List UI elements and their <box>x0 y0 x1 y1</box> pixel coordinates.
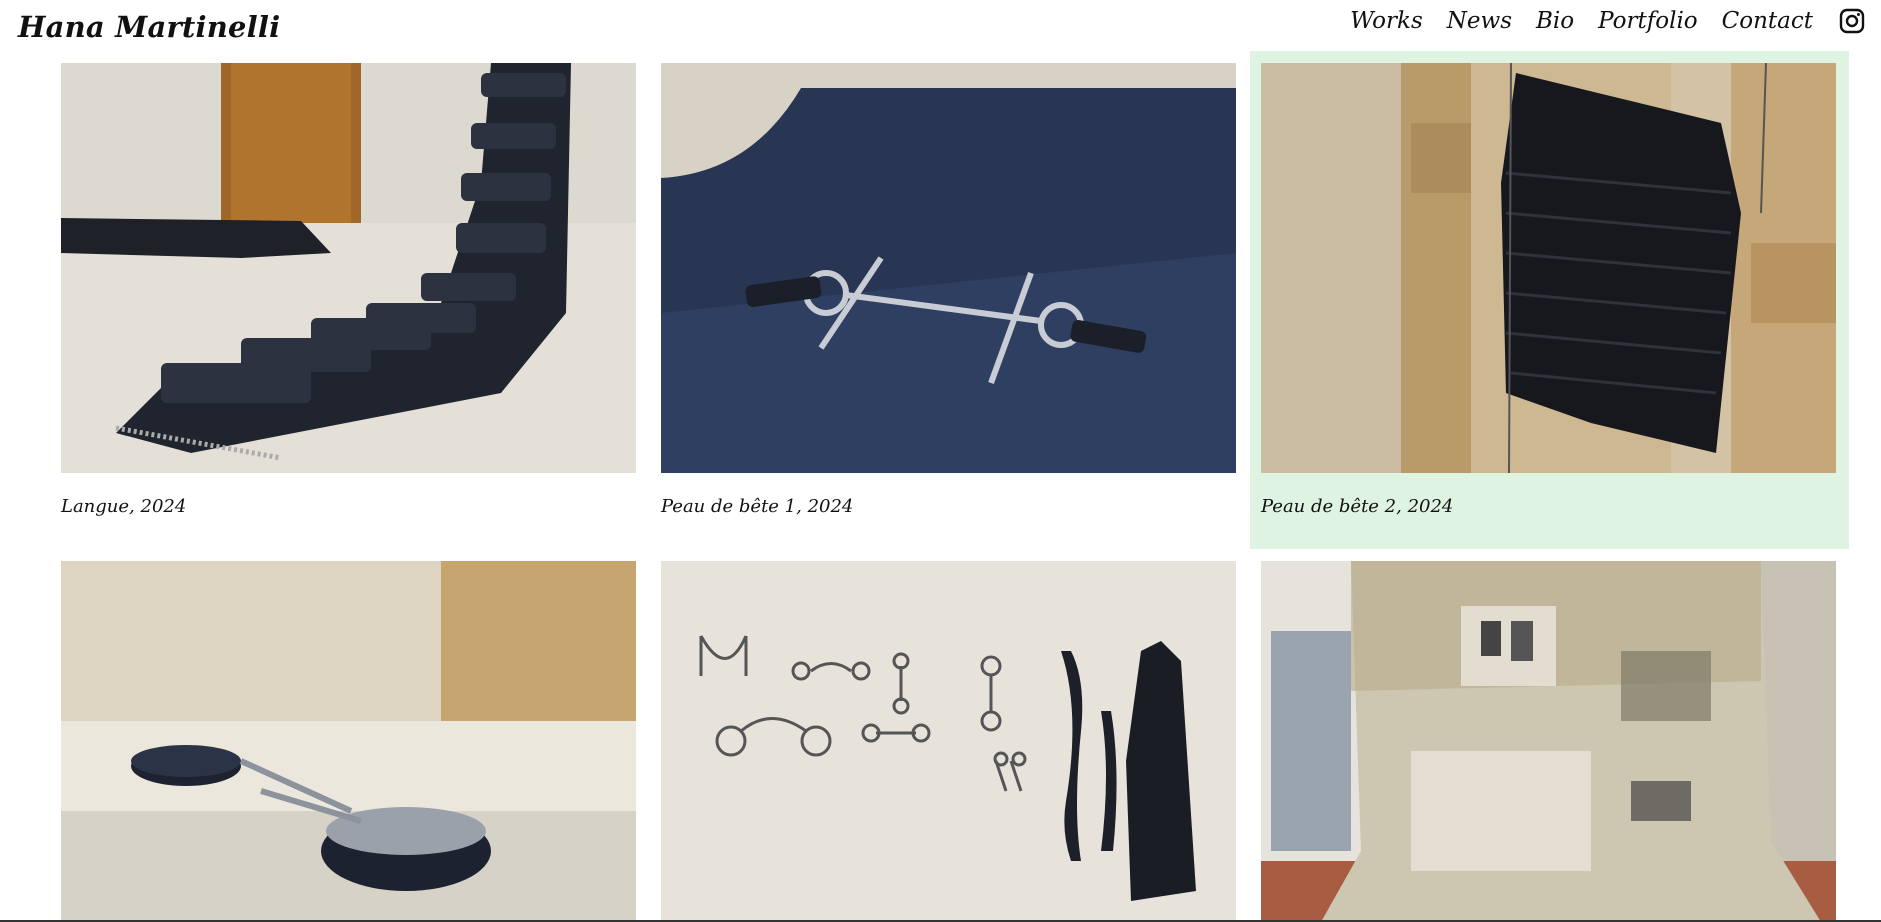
work-thumbnail[interactable] <box>661 63 1236 473</box>
work-card[interactable] <box>661 561 1236 922</box>
work-card[interactable]: Peau de bête 1, 2024 <box>661 63 1236 517</box>
work-thumbnail[interactable] <box>1261 63 1836 473</box>
nav-works[interactable]: Works <box>1350 8 1423 34</box>
work-caption[interactable]: Peau de bête 2, 2024 <box>1261 496 1836 517</box>
nav-news[interactable]: News <box>1447 8 1512 34</box>
work-thumbnail[interactable] <box>661 561 1236 922</box>
work-card[interactable] <box>1261 561 1836 922</box>
work-card[interactable] <box>61 561 636 922</box>
work-thumbnail[interactable] <box>61 63 636 473</box>
nav-portfolio[interactable]: Portfolio <box>1598 8 1698 34</box>
work-card-highlighted[interactable]: Peau de bête 2, 2024 <box>1261 63 1836 517</box>
instagram-icon[interactable] <box>1839 8 1865 34</box>
work-thumbnail[interactable] <box>61 561 636 922</box>
work-caption[interactable]: Peau de bête 1, 2024 <box>661 496 1236 517</box>
work-thumbnail[interactable] <box>1261 561 1836 922</box>
main-nav: Works News Bio Portfolio Contact <box>1350 8 1865 34</box>
nav-bio[interactable]: Bio <box>1536 8 1574 34</box>
work-caption[interactable]: Langue, 2024 <box>61 496 636 517</box>
site-title[interactable]: Hana Martinelli <box>18 10 280 44</box>
nav-contact[interactable]: Contact <box>1722 8 1813 34</box>
work-card[interactable]: Langue, 2024 <box>61 63 636 517</box>
site-header: Hana Martinelli Works News Bio Portfolio… <box>0 0 1881 56</box>
